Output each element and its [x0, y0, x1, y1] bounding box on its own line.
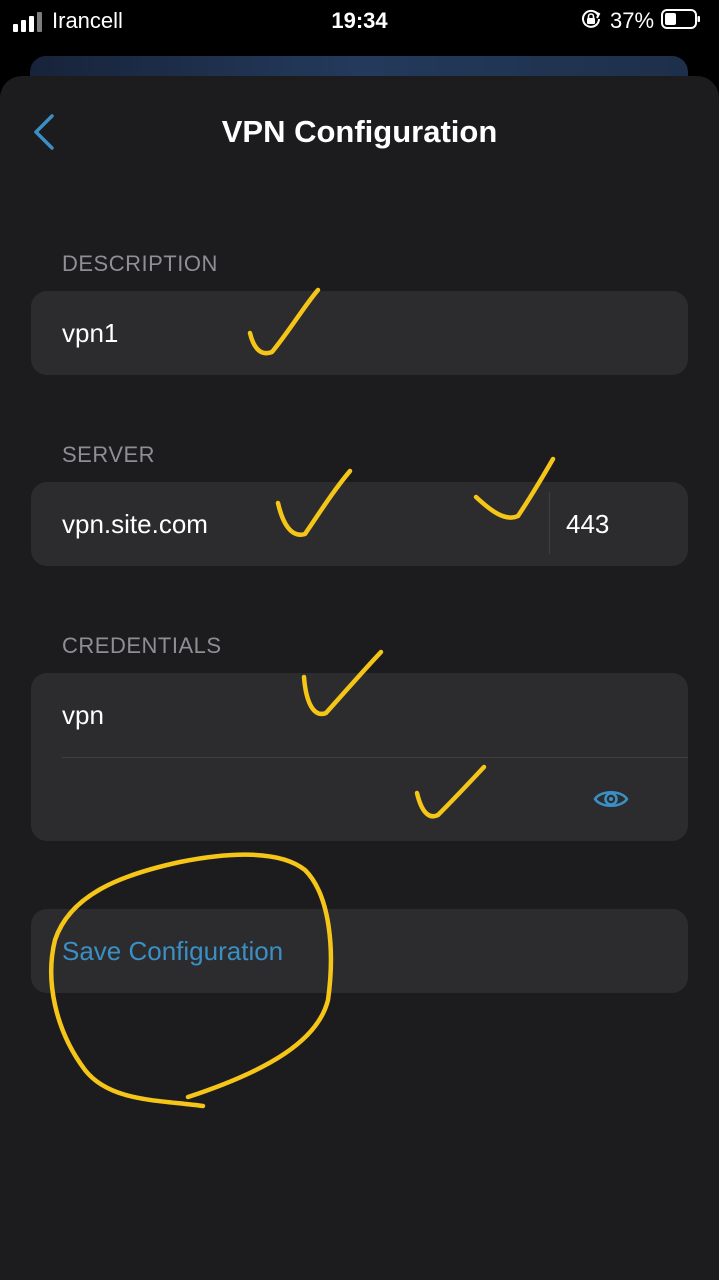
save-configuration-label: Save Configuration [62, 936, 284, 966]
description-section-label: DESCRIPTION [62, 251, 218, 276]
status-bar: Irancell 19:34 37% [0, 0, 719, 40]
eye-icon[interactable] [593, 787, 629, 811]
credentials-section-label: CREDENTIALS [62, 633, 222, 658]
rotation-lock-icon [582, 9, 601, 28]
server-host-value: vpn.site.com [62, 509, 208, 539]
battery-percent: 37% [610, 8, 655, 33]
description-field[interactable]: vpn1 [31, 291, 688, 375]
server-group: vpn.site.com 443 [31, 482, 688, 566]
save-configuration-button[interactable]: Save Configuration [31, 909, 688, 993]
username-field[interactable]: vpn [31, 673, 688, 757]
server-host-field[interactable]: vpn.site.com [31, 482, 549, 566]
username-value: vpn [62, 700, 104, 730]
credentials-group: vpn [31, 673, 688, 841]
page-title: VPN Configuration [221, 114, 498, 149]
description-group: vpn1 [31, 291, 688, 375]
server-section-label: SERVER [62, 442, 156, 467]
server-port-field[interactable]: 443 [550, 482, 688, 566]
description-value: vpn1 [62, 318, 119, 348]
battery-icon [661, 9, 700, 29]
password-field[interactable] [31, 758, 688, 841]
server-port-value: 443 [566, 509, 610, 539]
